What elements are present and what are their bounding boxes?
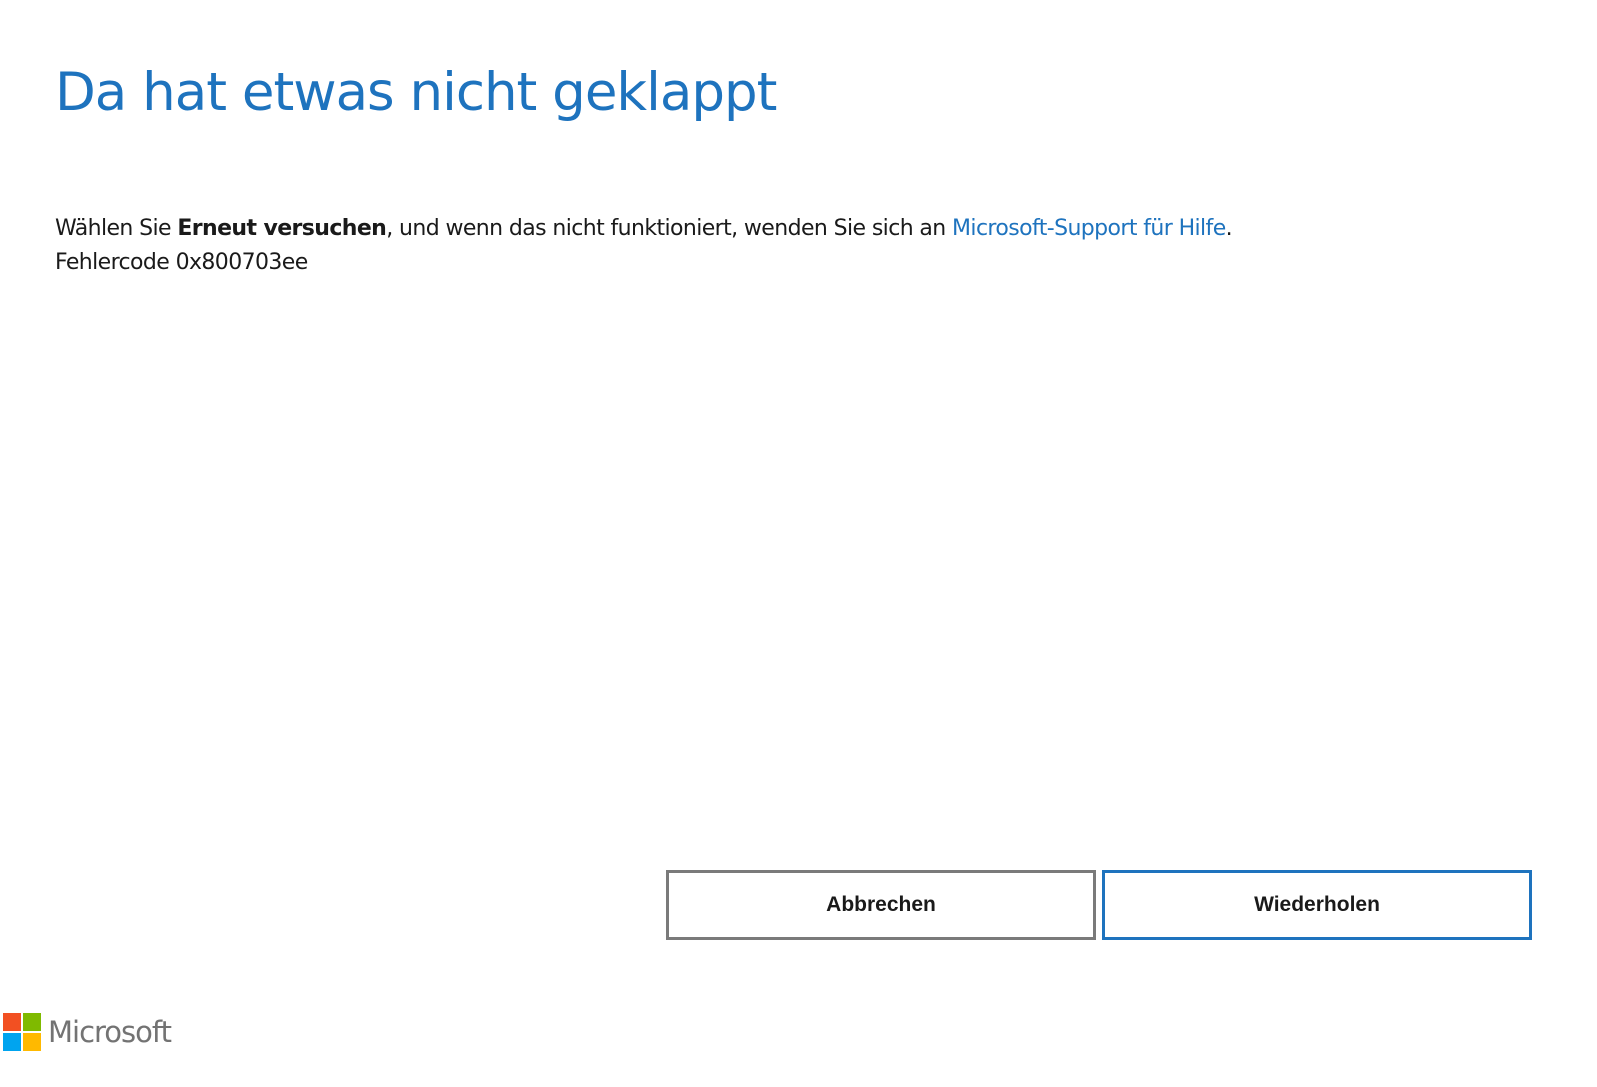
- microsoft-logo: Microsoft: [3, 1013, 172, 1051]
- logo-square-green: [23, 1013, 41, 1031]
- message-bold-action: Erneut versuchen: [177, 216, 387, 241]
- logo-square-yellow: [23, 1033, 41, 1051]
- error-code: Fehlercode 0x800703ee: [55, 250, 308, 275]
- retry-button[interactable]: Wiederholen: [1102, 870, 1532, 940]
- microsoft-logo-text: Microsoft: [48, 1015, 172, 1049]
- logo-square-red: [3, 1013, 21, 1031]
- message-suffix: .: [1225, 216, 1233, 241]
- message-middle: , und wenn das nicht funktioniert, wende…: [386, 216, 953, 241]
- retry-button-label: Wiederholen: [1254, 893, 1380, 916]
- error-message: Wählen Sie Erneut versuchen, und wenn da…: [55, 212, 1233, 280]
- support-link[interactable]: Microsoft-Support für Hilfe: [952, 216, 1226, 241]
- message-line: Wählen Sie Erneut versuchen, und wenn da…: [55, 212, 1233, 246]
- page-title: Da hat etwas nicht geklappt: [55, 62, 777, 123]
- message-prefix: Wählen Sie: [55, 216, 178, 241]
- microsoft-logo-icon: [3, 1013, 41, 1051]
- cancel-button-label: Abbrechen: [826, 893, 936, 916]
- cancel-button[interactable]: Abbrechen: [666, 870, 1096, 940]
- logo-square-blue: [3, 1033, 21, 1051]
